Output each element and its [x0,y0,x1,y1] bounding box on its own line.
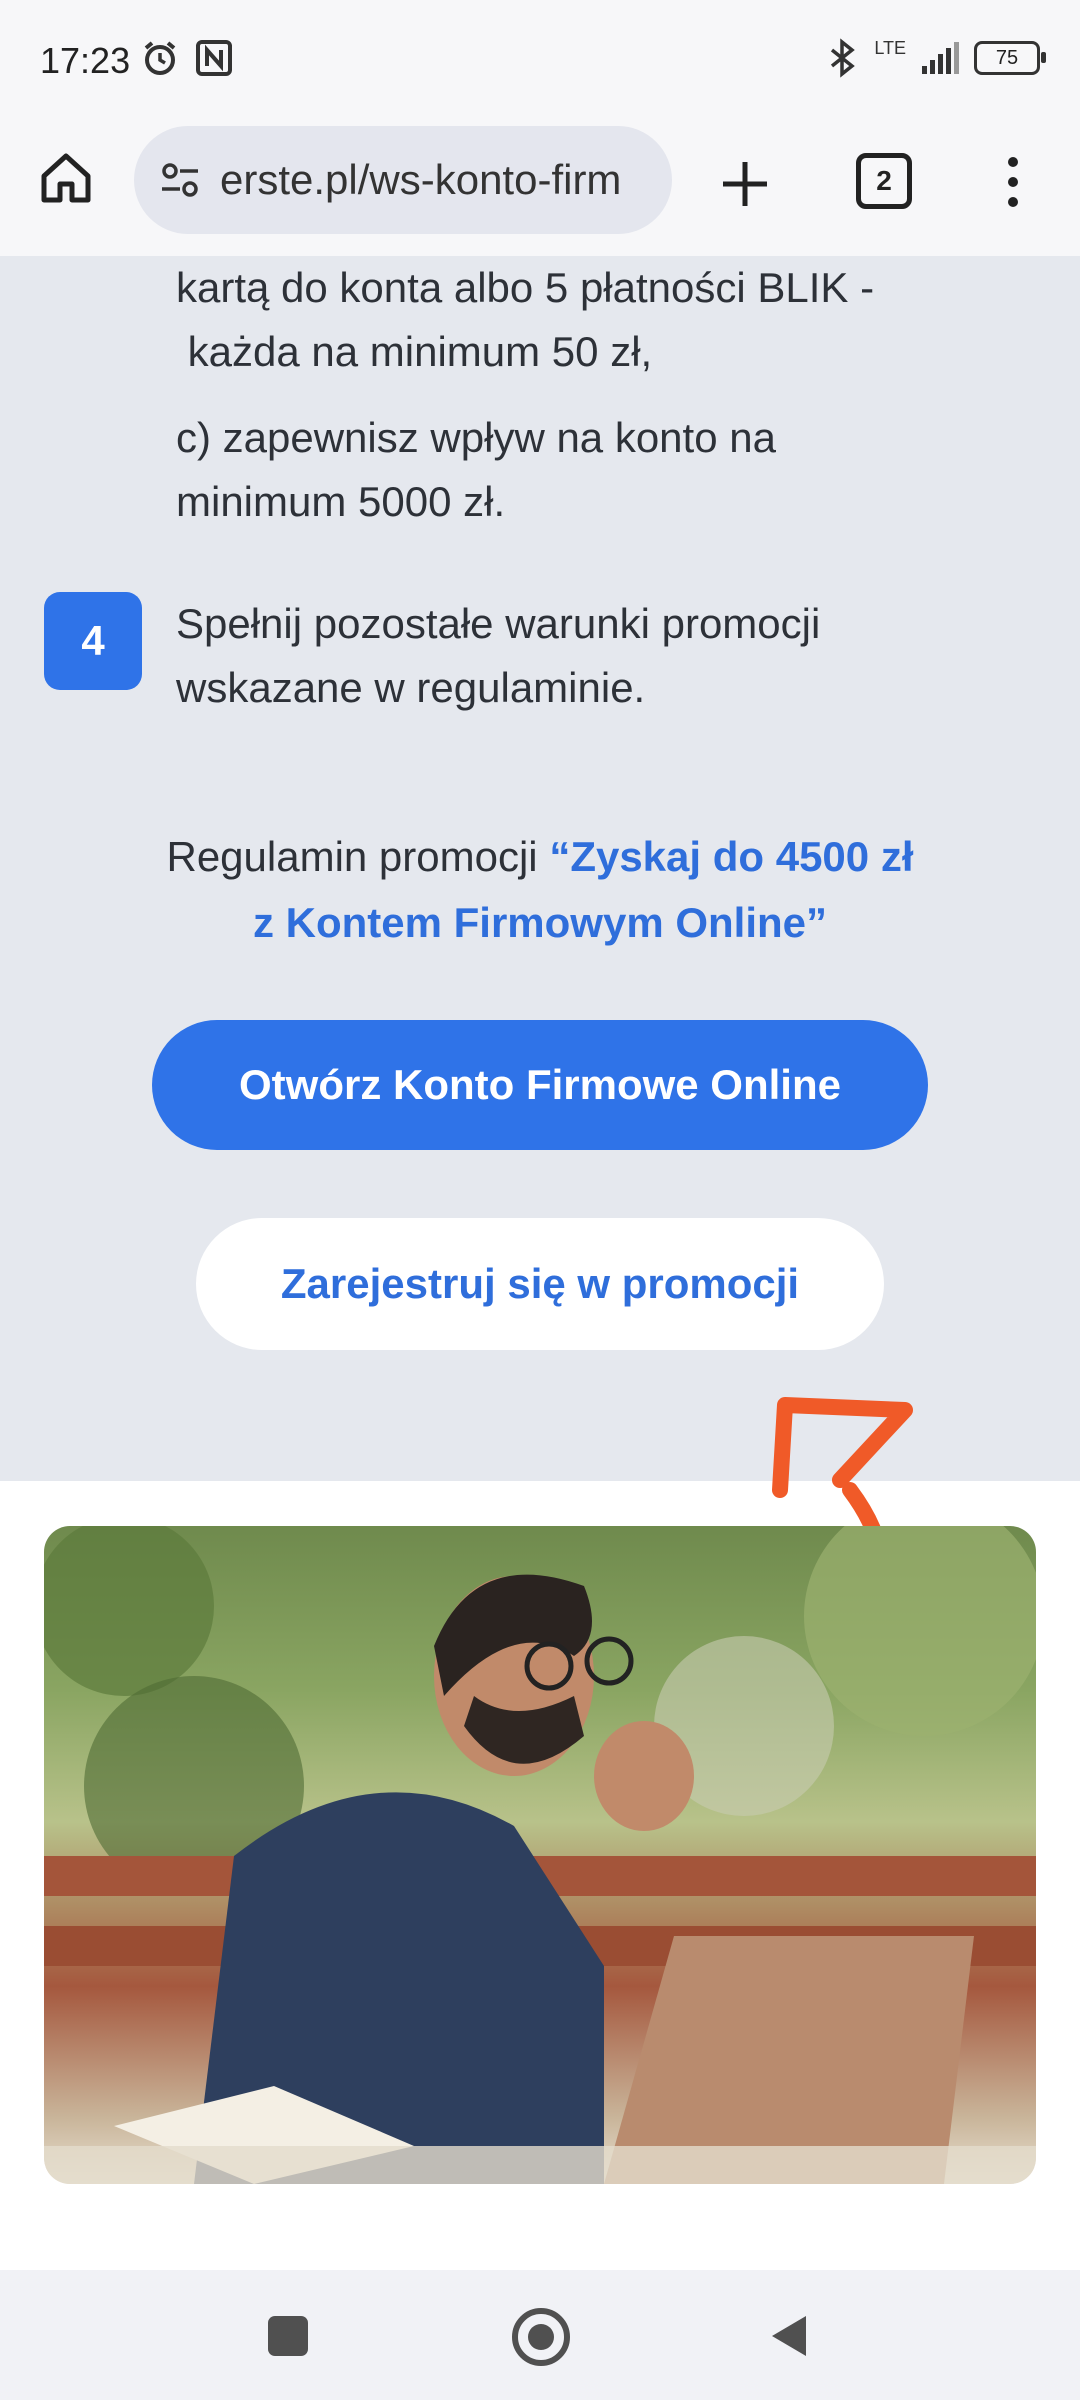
status-time: 17:23 [40,40,131,81]
url-text[interactable]: erste.pl/ws-konto-firm [220,156,660,204]
step-text-line: kartą do konta albo 5 płatności BLIK - [176,264,875,311]
status-bar: 17:23 LTE 75 [0,0,1080,126]
alarm-icon [144,41,176,75]
promo-photo [44,1526,1036,2184]
network-type: LTE [874,38,906,58]
step-text-line: c) zapewnisz wpływ na konto na [176,414,776,461]
step-text-line: minimum 5000 zł. [176,478,506,525]
new-tab-icon[interactable] [715,154,775,214]
battery-level: 75 [995,46,1019,69]
nfc-icon [196,40,232,76]
regulations-link[interactable]: “Zyskaj do 4500 zł [549,833,913,880]
signal-icon [922,42,959,74]
open-account-button[interactable]: Otwórz Konto Firmowe Online [152,1020,928,1150]
tab-switcher-button[interactable]: 2 [856,153,912,209]
step4-text: wskazane w regulaminie. [176,664,646,711]
step-number-badge: 4 [44,592,142,690]
recent-apps-icon[interactable] [268,2316,308,2356]
browser-toolbar: erste.pl/ws-konto-firm 2 [0,126,1080,256]
step-text-line: każda na minimum 50 zł, [176,328,653,375]
bluetooth-icon [831,38,856,78]
address-bar[interactable]: erste.pl/ws-konto-firm [134,126,672,234]
site-settings-icon[interactable] [158,158,202,202]
regulations-prefix: Regulamin promocji [166,833,538,880]
battery-indicator: 75 [974,41,1046,75]
more-menu-icon[interactable] [996,152,1030,212]
regulations-link[interactable]: z Kontem Firmowym Online” [0,890,1080,956]
back-icon[interactable] [766,2312,810,2360]
register-promo-button[interactable]: Zarejestruj się w promocji [196,1218,884,1350]
regulations-text: Regulamin promocji “Zyskaj do 4500 zł z … [0,824,1080,956]
home-icon[interactable] [36,148,96,208]
man-with-laptop-illustration [44,1526,1036,2184]
home-nav-icon[interactable] [512,2308,570,2366]
promo-steps-section: kartą do konta albo 5 płatności BLIK - k… [0,256,1080,1481]
step4-text: Spełnij pozostałe warunki promocji [176,600,821,647]
system-nav-bar [0,2270,1080,2400]
